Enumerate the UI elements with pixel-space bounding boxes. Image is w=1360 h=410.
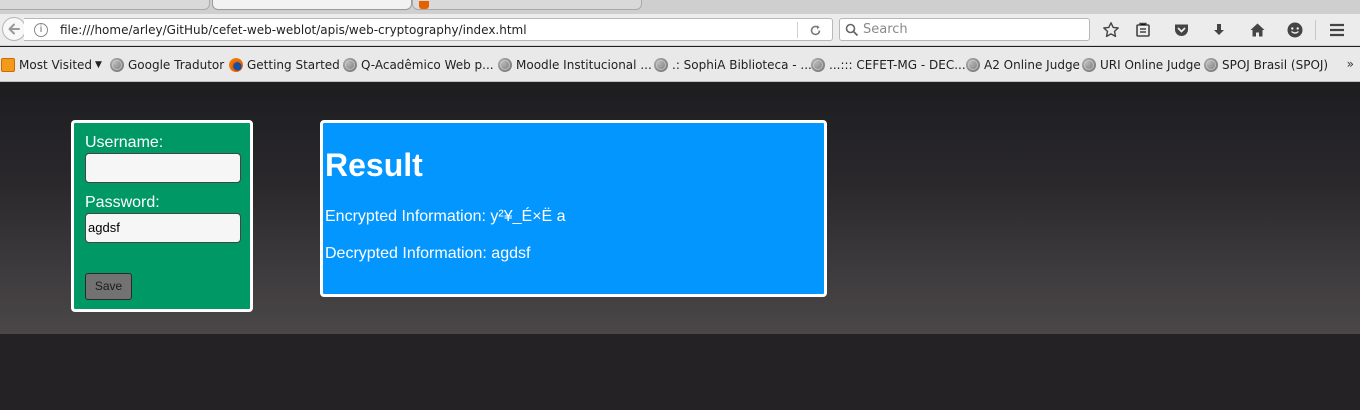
tab-previous[interactable] [0,0,210,10]
reload-button[interactable] [807,22,823,38]
toolbar-divider [1315,20,1316,40]
bookmark-label: Google Tradutor [128,58,225,72]
menu-hamburger-icon[interactable] [1327,20,1347,40]
bookmark-label: Getting Started [247,58,340,72]
pocket-icon[interactable] [1171,20,1191,40]
tab-next[interactable] [412,0,642,10]
search-icon [845,23,859,37]
site-info-icon[interactable]: i [34,23,48,37]
globe-icon [1082,58,1096,72]
bookmark-label: ...::: CEFET-MG - DEC... [829,58,966,72]
bookmark-label: .: SophiA Biblioteca - ... [672,58,812,72]
page-content: Username: Password: agdsf Save Result En… [0,83,1360,410]
back-button[interactable] [2,17,26,41]
username-input[interactable] [85,153,241,183]
bookmark-uri-online-judge[interactable]: URI Online Judge [1082,56,1201,74]
bookmark-q-academico[interactable]: Q-Acadêmico Web p... [343,56,494,74]
bookmark-label: Moodle Institucional ... [516,58,652,72]
bookmark-getting-started[interactable]: Getting Started [229,56,340,74]
result-panel: Result Encrypted Information: y²¥_É×Ë a … [320,120,827,297]
tab-active[interactable] [212,0,412,10]
decrypted-information: Decrypted Information: agdsf [325,245,531,262]
search-bar[interactable]: Search [839,18,1090,41]
address-bar[interactable]: i file:///home/arley/GitHub/cefet-web-we… [24,18,833,41]
globe-icon [110,58,124,72]
globe-icon [343,58,357,72]
bookmark-label: Most Visited [19,58,93,72]
bookmark-label: URI Online Judge [1100,58,1201,72]
password-input[interactable]: agdsf [85,213,241,243]
encrypted-information: Encrypted Information: y²¥_É×Ë a [325,208,566,225]
address-divider [797,22,798,38]
globe-icon [966,58,980,72]
tab-strip [0,0,1360,14]
bookmarks-library-icon[interactable] [1133,20,1153,40]
home-icon[interactable] [1247,20,1267,40]
globe-icon [1204,58,1218,72]
save-button[interactable]: Save [85,273,132,300]
bookmark-label: SPOJ Brasil (SPOJ) [1222,58,1329,72]
chevron-down-icon: ▼ [95,60,102,70]
password-label: Password: [85,194,160,211]
bookmark-a2-online-judge[interactable]: A2 Online Judge [966,56,1080,74]
most-visited-icon [1,58,15,72]
bookmark-label: Q-Acadêmico Web p... [361,58,494,72]
bookmark-google-tradutor[interactable]: Google Tradutor [110,56,224,74]
firefox-tab-icon [419,1,429,9]
credentials-form: Username: Password: agdsf Save [71,120,253,312]
globe-icon [811,58,825,72]
bookmark-label: A2 Online Judge [984,58,1080,72]
bookmark-most-visited[interactable]: Most Visited ▼ [1,56,102,74]
firefox-icon [229,58,243,72]
address-url[interactable]: file:///home/arley/GitHub/cefet-web-webl… [60,22,527,38]
bookmark-cefet-mg[interactable]: ...::: CEFET-MG - DEC... [811,56,966,74]
bookmark-moodle[interactable]: Moodle Institucional ... [498,56,652,74]
back-arrow-icon [8,23,20,35]
downloads-icon[interactable] [1209,20,1229,40]
bookmarks-toolbar: Most Visited ▼ Google Tradutor Getting S… [0,47,1360,82]
globe-icon [654,58,668,72]
search-placeholder: Search [863,22,908,37]
bookmark-star-icon[interactable] [1101,20,1121,40]
hello-chat-icon[interactable] [1285,20,1305,40]
globe-icon [498,58,512,72]
username-label: Username: [85,134,164,151]
bookmarks-overflow-button[interactable]: » [1347,57,1354,71]
bookmark-sophia[interactable]: .: SophiA Biblioteca - ... [654,56,812,74]
hero-section: Username: Password: agdsf Save Result En… [0,83,1360,334]
reload-icon [810,24,820,35]
bookmark-spoj-brasil[interactable]: SPOJ Brasil (SPOJ) [1204,56,1328,74]
navigation-toolbar: i file:///home/arley/GitHub/cefet-web-we… [0,14,1360,46]
result-title: Result [325,147,423,183]
